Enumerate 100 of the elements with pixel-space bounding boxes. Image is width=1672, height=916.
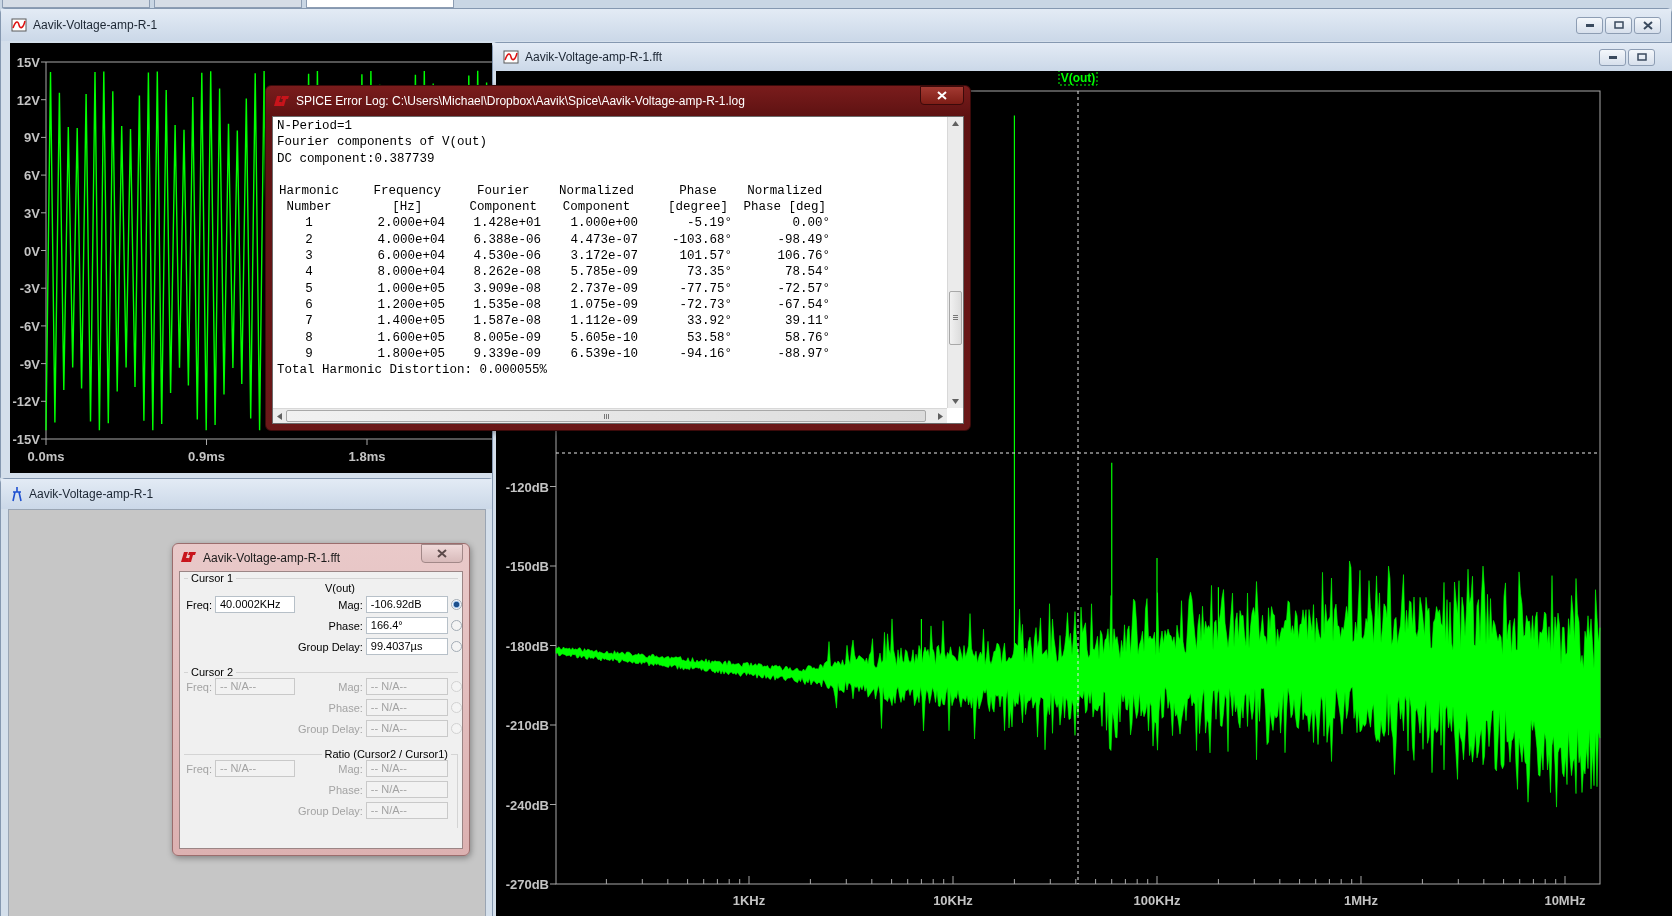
table-cell: 4.000e+04: [377, 231, 445, 249]
table-cell: 1.200e+05: [377, 296, 445, 314]
table-cell: 4: [305, 264, 313, 281]
table-cell: 1.112e-09: [570, 313, 638, 330]
column-header: Frequency: [373, 182, 441, 200]
field-label: Mag:: [338, 762, 363, 775]
value-field[interactable]: 99.4037µs: [365, 638, 448, 655]
column-header: Component: [469, 199, 537, 216]
group-title: Ratio (Cursor2 / Cursor1): [323, 748, 449, 760]
table-cell: 1.075e-09: [570, 296, 638, 314]
table-cell: 33.92°: [687, 313, 732, 330]
axis-label: 0.9ms: [188, 449, 225, 464]
close-button[interactable]: [920, 86, 964, 105]
table-cell: 1.000e+05: [377, 280, 445, 297]
close-button[interactable]: [421, 544, 463, 563]
minimize-icon: [1608, 55, 1617, 59]
table-cell: -67.54°: [777, 296, 830, 314]
radio-button[interactable]: [450, 620, 462, 631]
dialog-title: Aavik-Voltage-amp-R-1.fft: [203, 550, 341, 565]
window-title: Aavik-Voltage-amp-R-1: [29, 487, 154, 501]
table-cell: 78.54°: [785, 264, 830, 281]
trace-name: V(out): [325, 582, 355, 594]
chart-icon: [11, 18, 27, 32]
horizontal-scrollbar[interactable]: [273, 408, 947, 423]
table-cell: 4.473e-07: [570, 231, 638, 249]
axis-label: 100KHz: [1133, 893, 1181, 908]
group-title: Cursor 1: [190, 572, 235, 584]
axis-label: 12V: [16, 92, 40, 108]
table-cell: -94.16°: [679, 345, 732, 363]
logo-icon: [181, 552, 196, 563]
tick-mark: [40, 136, 47, 138]
axis-label: 6V: [24, 168, 40, 184]
table-cell: 53.58°: [687, 329, 732, 346]
field-label: Phase:: [328, 783, 363, 796]
table-cell: 39.11°: [785, 313, 830, 330]
freq-field[interactable]: 40.0002KHz: [215, 596, 295, 613]
table-cell: -103.68°: [672, 231, 732, 249]
table-cell: 6.000e+04: [377, 248, 445, 265]
table-cell: 1.600e+05: [377, 329, 445, 346]
tick-mark: [40, 174, 47, 176]
field-label: Phase:: [328, 619, 363, 632]
table-cell: 5.605e-10: [570, 329, 638, 346]
table-cell: 2: [305, 231, 313, 249]
cursor-line[interactable]: [1077, 90, 1079, 885]
log-line: DC component:0.387739: [277, 150, 436, 167]
minimize-button[interactable]: [1576, 16, 1603, 34]
axis-label: 10KHz: [933, 893, 973, 908]
field-label: Mag:: [338, 680, 363, 693]
axis-label: -150dB: [505, 559, 549, 574]
table-cell: 2.737e-09: [570, 280, 638, 297]
column-header: Component: [562, 199, 631, 216]
axis-label: 15V: [16, 55, 40, 70]
logo-icon: [274, 95, 289, 107]
axis-label: 0.0ms: [27, 449, 65, 464]
radio-button[interactable]: [450, 641, 462, 652]
group-title: Cursor 2: [190, 666, 235, 678]
table-cell: 2.000e+04: [377, 215, 445, 232]
left-arrow-icon: [277, 412, 282, 420]
window-title: Aavik-Voltage-amp-R-1.fft: [525, 50, 663, 64]
axis-label: -180dB: [505, 638, 549, 654]
maximize-button[interactable]: [1628, 48, 1655, 66]
maximize-icon: [1613, 21, 1624, 29]
table-cell: 5.785e-09: [570, 264, 638, 281]
field-label: Group Delay:: [298, 722, 363, 735]
axis-label: -15V: [12, 432, 40, 447]
field-label: Mag:: [338, 598, 363, 611]
table-cell: 1.535e-08: [473, 296, 541, 314]
close-button[interactable]: [1634, 16, 1661, 34]
axis-label: -120dB: [505, 479, 549, 495]
tick-mark: [40, 325, 47, 327]
table-cell: 9: [305, 345, 313, 363]
axis-label: 0V: [24, 243, 40, 259]
axis-label: 1MHz: [1344, 893, 1378, 908]
log-line: Total Harmonic Distortion: 0.000055%: [277, 362, 549, 379]
radio-button[interactable]: [450, 599, 462, 610]
grip-icon: [953, 315, 958, 320]
column-header: Number: [286, 199, 332, 216]
tick-mark: [40, 363, 47, 365]
right-arrow-icon: [938, 412, 943, 420]
field-label: Freq:: [186, 598, 212, 611]
minimize-button[interactable]: [1599, 48, 1626, 66]
tick-mark: [40, 287, 47, 289]
table-cell: 1.400e+05: [377, 313, 445, 330]
value-field[interactable]: -106.92dB: [365, 596, 448, 613]
table-cell: -72.73°: [679, 296, 732, 314]
table-cell: 1: [305, 215, 313, 232]
maximize-button[interactable]: [1605, 16, 1632, 34]
table-cell: 1.587e-08: [473, 313, 541, 330]
vertical-scrollbar[interactable]: [947, 117, 963, 408]
maximize-icon: [1636, 53, 1647, 61]
value-field[interactable]: 166.4°: [365, 617, 448, 634]
axis-label: -12V: [12, 394, 40, 410]
table-cell: 8: [305, 329, 313, 346]
close-icon: [937, 91, 947, 100]
table-cell: -5.19°: [687, 215, 732, 232]
axis-label: -3V: [19, 281, 40, 297]
axis-label: -270dB: [505, 877, 549, 892]
axis-label: -210dB: [505, 718, 549, 733]
table-cell: 6: [305, 296, 313, 314]
window-tab[interactable]: [306, 0, 454, 8]
